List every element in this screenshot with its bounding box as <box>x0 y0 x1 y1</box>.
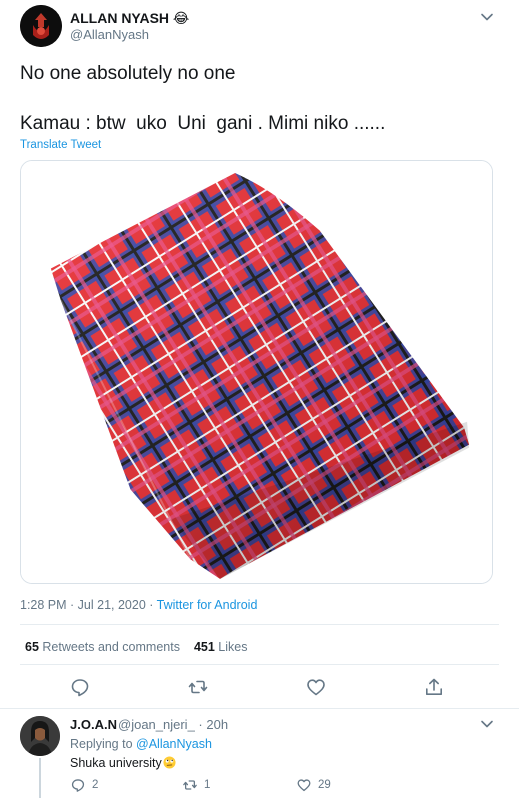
reply-actions: 2 1 29 <box>0 776 519 796</box>
retweet-icon <box>183 780 197 790</box>
retweets-count: 65 <box>25 640 39 654</box>
like-icon[interactable] <box>305 676 327 698</box>
avatar[interactable] <box>20 716 60 756</box>
translate-tweet-link[interactable]: Translate Tweet <box>20 139 101 151</box>
divider <box>20 624 499 625</box>
retweets-label: Retweets and comments <box>42 640 180 654</box>
reply-author-name[interactable]: J.O.A.N <box>70 717 117 732</box>
reply-author-handle[interactable]: @joan_njeri_ · 20h <box>118 717 228 732</box>
share-icon[interactable] <box>423 676 445 698</box>
caret-down-icon[interactable] <box>478 715 496 733</box>
replying-mention[interactable]: @AllanNyash <box>136 737 212 751</box>
reply-reply-button[interactable]: 2 <box>70 776 98 794</box>
reply-retweet-button[interactable]: 1 <box>182 776 210 794</box>
reply-like-count: 29 <box>318 779 331 791</box>
reply-text: Shuka university <box>70 756 176 770</box>
replying-to: Replying to @AllanNyash <box>70 737 212 751</box>
avatar[interactable] <box>20 5 62 47</box>
tweet-actions <box>0 676 519 702</box>
likes-label: Likes <box>218 640 248 654</box>
reply-icon <box>71 779 85 792</box>
replying-prefix: Replying to <box>70 737 137 751</box>
author-name[interactable]: ALLAN NYASH 😂 <box>70 10 189 27</box>
reply-like-button[interactable]: 29 <box>296 776 331 794</box>
tweet-stats: 65 Retweets and comments 451 Likes <box>25 640 247 654</box>
tweet-timestamp[interactable]: 1:28 PM · Jul 21, 2020 · <box>20 598 157 612</box>
avatar-image <box>20 5 62 47</box>
tweet-text-line-1: No one absolutely no one <box>20 63 236 84</box>
retweets-stat[interactable]: 65 Retweets and comments <box>25 640 180 654</box>
tweet-image[interactable] <box>20 160 493 584</box>
likes-count: 451 <box>193 640 215 654</box>
like-icon <box>297 779 311 792</box>
tweet-meta: 1:28 PM · Jul 21, 2020 · Twitter for And… <box>20 598 257 612</box>
reply-icon[interactable] <box>69 676 91 698</box>
divider <box>0 708 519 709</box>
reply-text-content: Shuka university <box>70 756 162 770</box>
tweet-text-line-2: Kamau : btw uko Uni gani . Mimi niko ...… <box>20 113 386 134</box>
reply-reply-count: 2 <box>92 779 99 791</box>
rolling-eyes-emoji-icon <box>163 756 176 769</box>
reply-avatar-image <box>20 716 60 756</box>
tweet-source[interactable]: Twitter for Android <box>157 598 258 612</box>
retweet-icon[interactable] <box>187 676 209 698</box>
caret-down-icon[interactable] <box>478 8 496 26</box>
likes-stat[interactable]: 451 Likes <box>194 640 248 654</box>
reply-retweet-count: 1 <box>204 779 211 791</box>
divider <box>20 664 499 665</box>
author-handle[interactable]: @AllanNyash <box>70 27 149 42</box>
shuka-cloth-image <box>21 161 492 583</box>
